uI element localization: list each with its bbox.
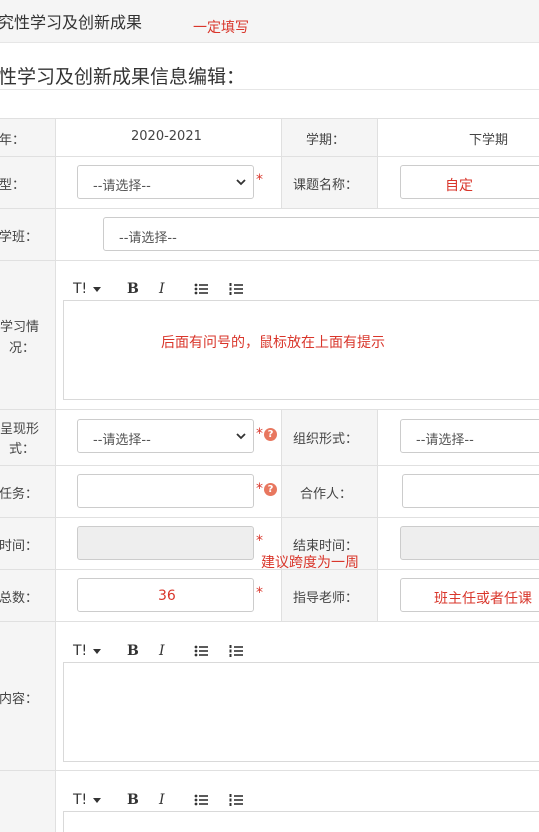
total-input-value: 36: [158, 588, 176, 604]
task-input[interactable]: [77, 474, 254, 508]
col-divider: [377, 118, 378, 208]
col-divider: [55, 118, 56, 832]
caret-down-icon: [93, 649, 101, 654]
present-select[interactable]: --请选择--: [77, 419, 254, 453]
row-divider: [0, 156, 539, 157]
caret-down-icon: [93, 287, 101, 292]
section-title: 性学习及创新成果信息编辑：: [0, 66, 246, 88]
font-size-button[interactable]: T!: [73, 791, 87, 809]
class-label: 学班：: [0, 230, 39, 245]
present-label-line1: 呈现形: [0, 422, 40, 437]
end-time-input[interactable]: [400, 526, 539, 560]
start-time-label: 时间：: [0, 539, 39, 554]
col-divider: [281, 409, 282, 621]
ordered-list-icon[interactable]: [229, 644, 243, 658]
type-select-value: --请选择--: [93, 179, 151, 194]
class-select[interactable]: --请选择--: [103, 217, 539, 251]
col-divider: [377, 409, 378, 621]
teacher-input-value: 班主任或者任课: [434, 591, 532, 607]
italic-button[interactable]: I: [159, 791, 165, 809]
bold-button[interactable]: B: [127, 280, 139, 298]
row-divider: [0, 621, 539, 622]
required-mark: *: [256, 172, 263, 188]
col-divider: [281, 118, 282, 208]
editor-annotation: 后面有问号的，鼠标放在上面有提示: [161, 335, 385, 351]
study-editor[interactable]: 后面有问号的，鼠标放在上面有提示: [63, 300, 539, 400]
question-circle-icon[interactable]: ?: [264, 483, 277, 496]
task-label: 任务：: [0, 487, 39, 502]
bold-button[interactable]: B: [127, 791, 139, 809]
page-title: 究性学习及创新成果: [0, 13, 143, 32]
term-value: 下学期: [469, 133, 509, 148]
type-label: 型：: [0, 178, 26, 193]
question-circle-icon[interactable]: ?: [264, 428, 277, 441]
term-label: 学期：: [306, 133, 346, 148]
ordered-list-icon[interactable]: [229, 793, 243, 807]
org-select-value: --请选择--: [416, 433, 474, 448]
required-mark: *: [256, 585, 263, 601]
topic-input[interactable]: 自定: [400, 165, 539, 199]
bullet-list-icon[interactable]: [194, 644, 208, 658]
org-select[interactable]: --请选择--: [400, 419, 539, 453]
teacher-input[interactable]: 班主任或者任课: [400, 578, 539, 612]
extra-editor[interactable]: [63, 811, 539, 832]
ordered-list-icon[interactable]: [229, 282, 243, 296]
caret-down-icon: [93, 798, 101, 803]
type-select[interactable]: --请选择--: [77, 165, 254, 199]
required-mark: *: [256, 426, 263, 442]
present-select-value: --请选择--: [93, 433, 151, 448]
annotation-required: 一定填写: [193, 20, 249, 36]
study-label-line2: 况：: [9, 341, 36, 356]
topic-annotation: 自定: [445, 178, 473, 194]
section-divider: [0, 89, 539, 90]
font-size-button[interactable]: T!: [73, 280, 87, 298]
row-divider: [0, 517, 539, 518]
top-bar: 究性学习及创新成果: [0, 0, 539, 43]
required-mark: *: [256, 533, 263, 549]
partner-input[interactable]: [402, 474, 539, 508]
bold-button[interactable]: B: [127, 642, 139, 660]
class-select-value: --请选择--: [119, 231, 177, 246]
content-editor[interactable]: [63, 662, 539, 762]
row-divider: [0, 118, 539, 119]
total-input[interactable]: 36: [77, 578, 254, 612]
row-divider: [0, 208, 539, 209]
row-divider: [0, 770, 539, 771]
bullet-list-icon[interactable]: [194, 282, 208, 296]
start-time-input[interactable]: [77, 526, 254, 560]
row-divider: [0, 465, 539, 466]
annotation-span: 建议跨度为一周: [261, 555, 359, 571]
org-label: 组织形式：: [293, 432, 359, 447]
italic-button[interactable]: I: [159, 280, 165, 298]
total-label: 总数：: [0, 591, 39, 606]
content-label: 内容：: [0, 692, 39, 707]
study-label-line1: 学习情: [0, 320, 40, 335]
required-mark: *: [256, 481, 263, 497]
topic-label: 课题名称：: [293, 178, 359, 193]
year-value: 2020-2021: [131, 129, 202, 144]
teacher-label: 指导老师：: [293, 591, 359, 606]
chevron-down-icon: [236, 179, 246, 186]
row-divider: [0, 409, 539, 410]
italic-button[interactable]: I: [159, 642, 165, 660]
font-size-button[interactable]: T!: [73, 642, 87, 660]
row-divider: [0, 260, 539, 261]
present-label-line2: 式：: [9, 442, 36, 457]
bullet-list-icon[interactable]: [194, 793, 208, 807]
chevron-down-icon: [236, 433, 246, 440]
partner-label: 合作人：: [300, 487, 353, 502]
year-label: 年：: [0, 133, 26, 148]
